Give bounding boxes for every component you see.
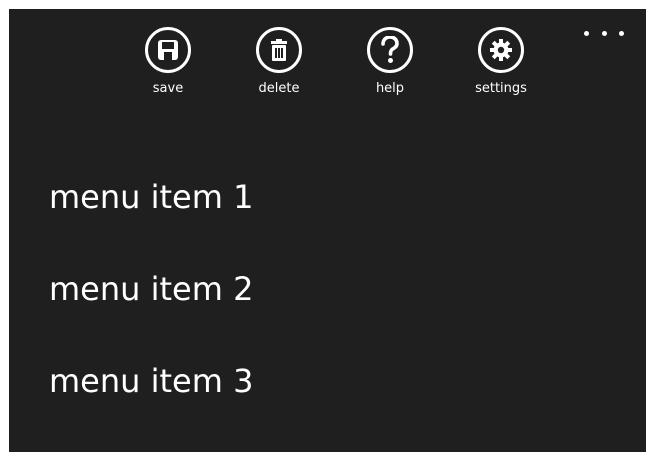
help-label: help (375, 81, 405, 96)
app-bar-menu: menu item 1 menu item 2 menu item 3 (49, 171, 609, 447)
settings-icon (478, 27, 524, 73)
save-button[interactable]: save (123, 27, 213, 127)
save-label: save (152, 81, 184, 96)
settings-button[interactable]: settings (456, 27, 546, 127)
help-icon (367, 27, 413, 73)
menu-item-3[interactable]: menu item 3 (49, 355, 609, 447)
save-icon (145, 27, 191, 73)
delete-label: delete (258, 81, 300, 96)
menu-item-1[interactable]: menu item 1 (49, 171, 609, 263)
help-button[interactable]: help (345, 27, 435, 127)
menu-item-2[interactable]: menu item 2 (49, 263, 609, 355)
settings-label: settings (475, 81, 527, 96)
application-bar: save delete help settings menu item 1 me… (9, 9, 646, 452)
delete-icon (256, 27, 302, 73)
delete-button[interactable]: delete (234, 27, 324, 127)
app-bar-buttons: save delete help settings (9, 27, 646, 147)
